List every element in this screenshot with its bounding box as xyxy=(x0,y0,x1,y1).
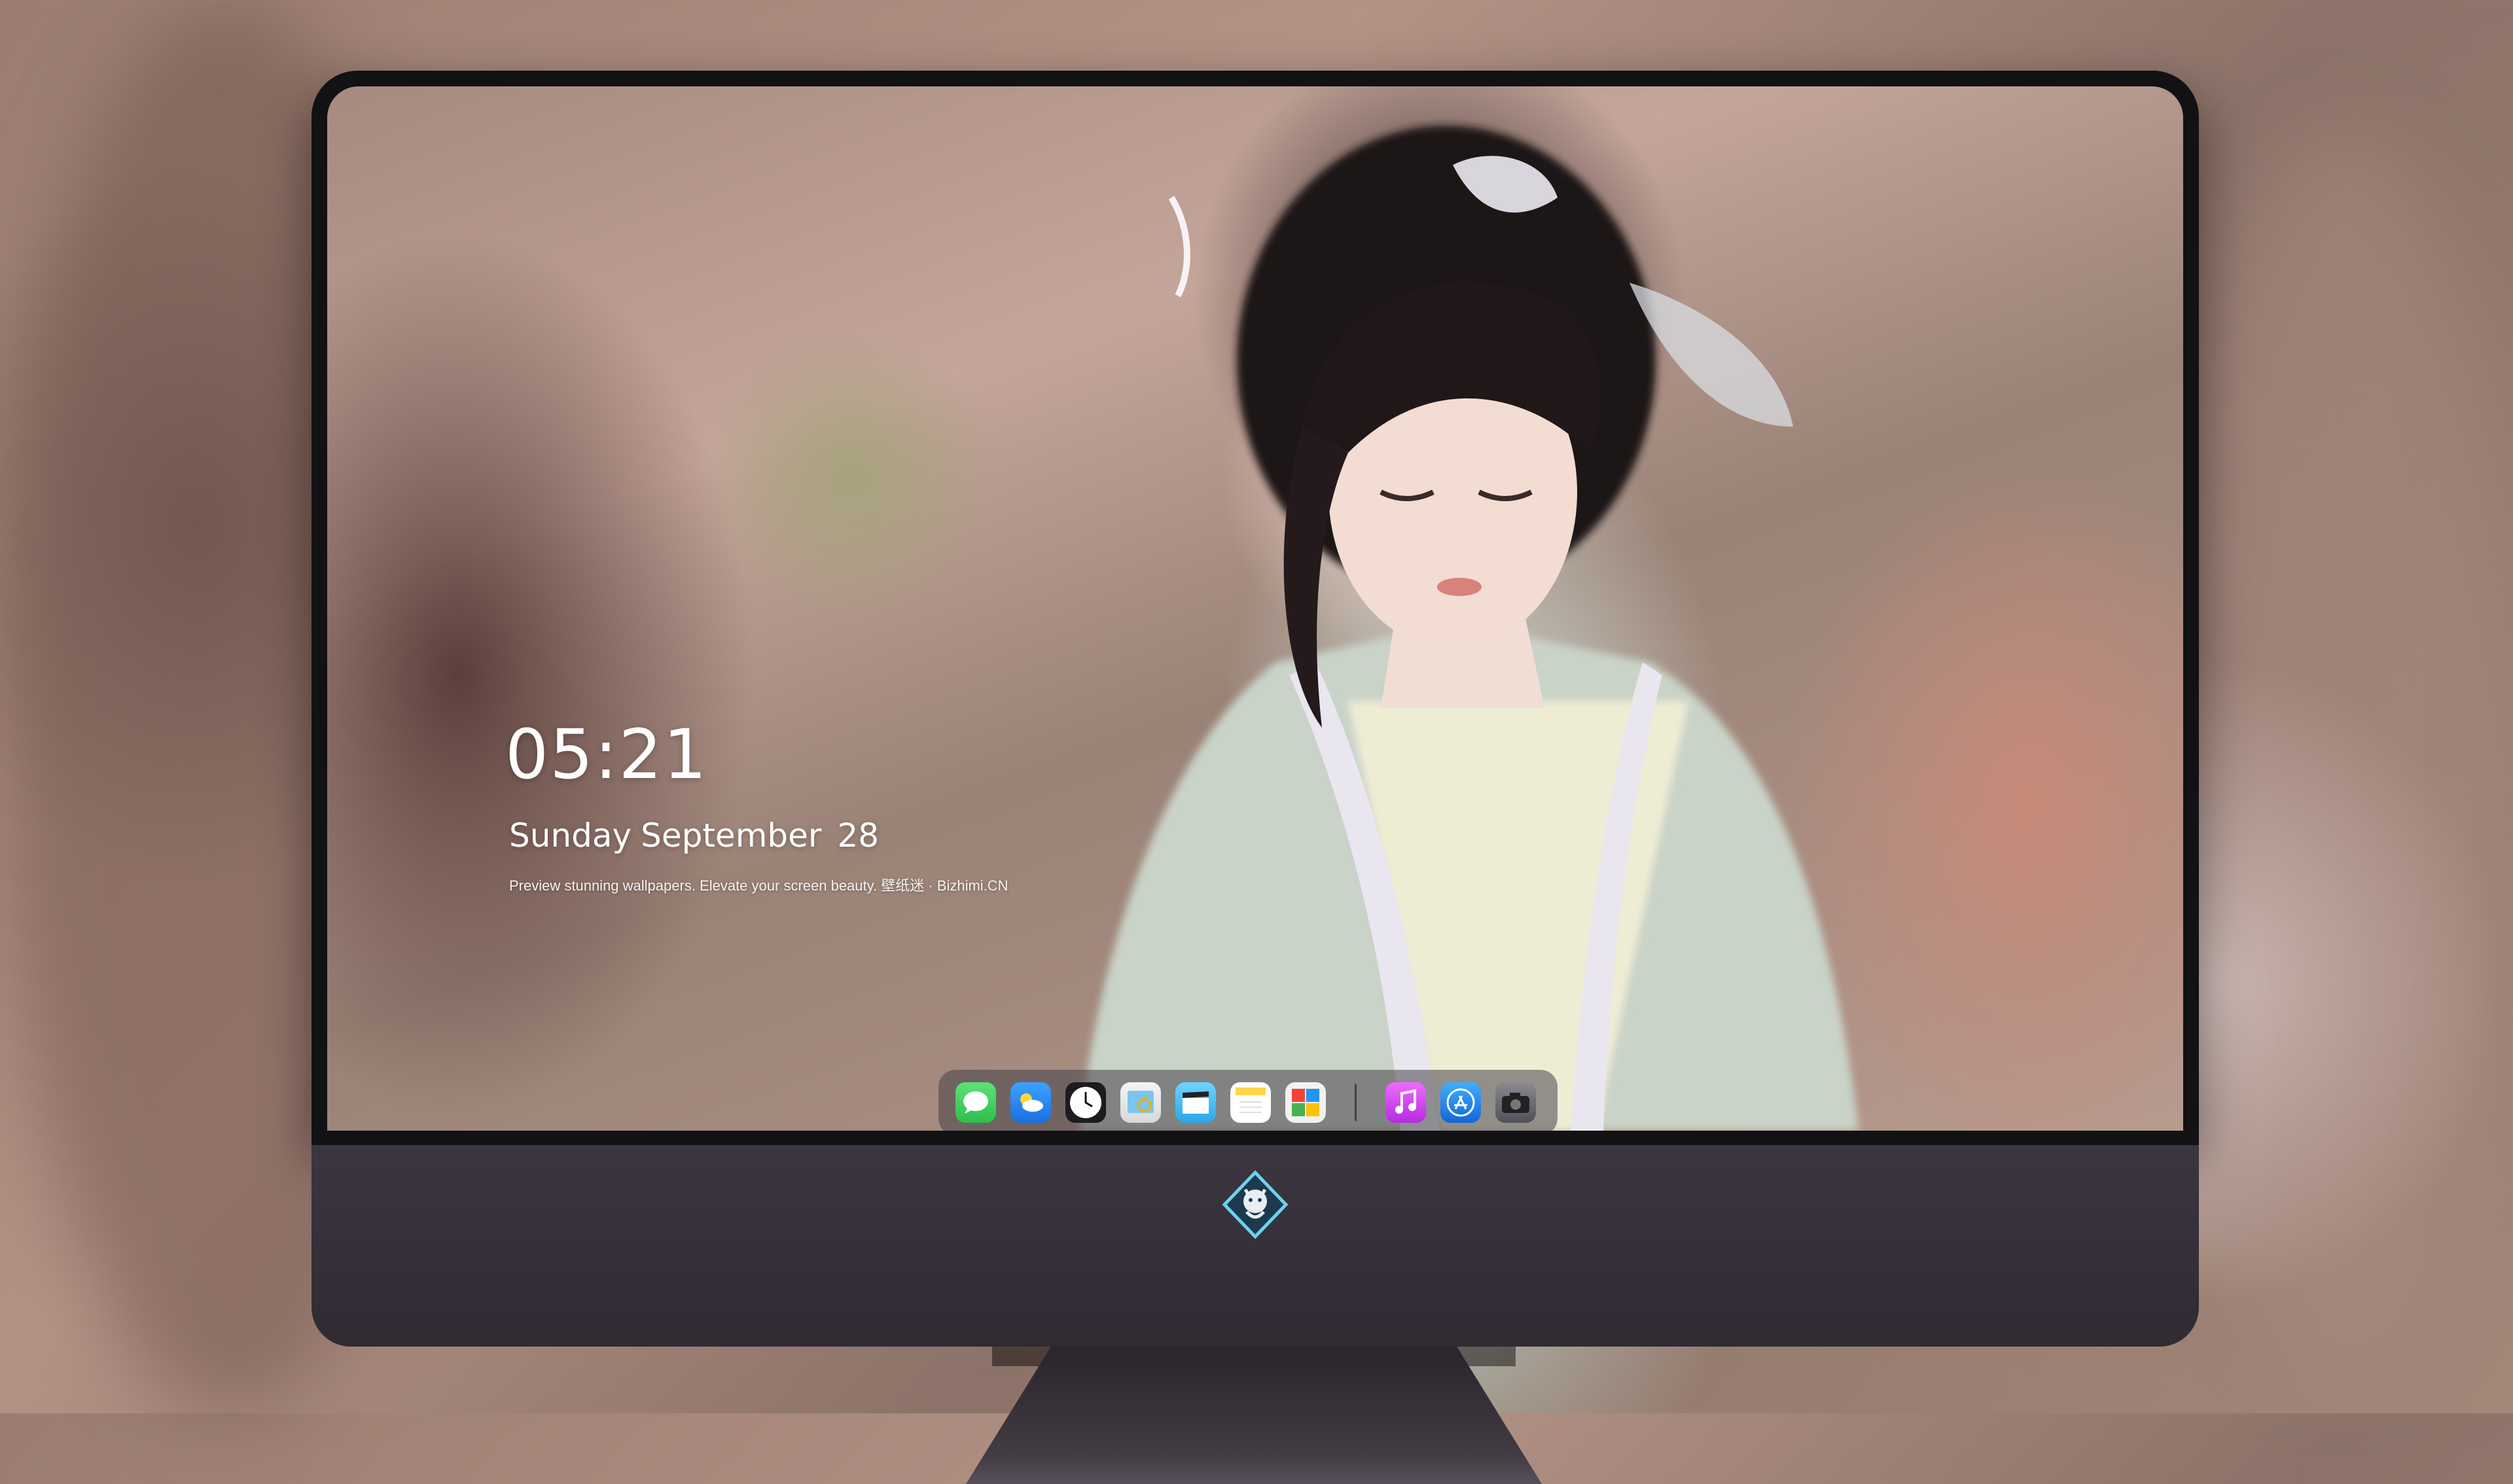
photo-booth-icon[interactable] xyxy=(1285,1082,1326,1123)
background-blur-right xyxy=(2173,131,2513,1374)
app-store-icon[interactable] xyxy=(1440,1082,1481,1123)
lock-time: 05:21 xyxy=(505,715,708,794)
wallpaper-figure xyxy=(1080,126,1859,1131)
chin-divider xyxy=(312,1141,2199,1145)
lock-screen[interactable]: 05:21 Sunday September 28 Preview stunning… xyxy=(327,86,2183,1131)
weather-icon[interactable] xyxy=(1010,1082,1051,1123)
dock xyxy=(938,1070,1558,1131)
lock-tagline: Preview stunning wallpapers. Elevate you… xyxy=(509,877,1008,894)
lock-date-month: September xyxy=(641,817,822,855)
clips-icon[interactable] xyxy=(1175,1082,1216,1123)
monitor: 05:21 Sunday September 28 Preview stunning… xyxy=(312,71,2199,1484)
preview-icon[interactable] xyxy=(1120,1082,1161,1123)
clock-icon[interactable] xyxy=(1065,1082,1106,1123)
lock-date-day: 28 xyxy=(837,817,880,855)
monitor-stand xyxy=(966,1347,1542,1484)
lock-date: Sunday September 28 xyxy=(509,817,888,855)
camera-icon[interactable] xyxy=(1495,1082,1536,1123)
lock-date-weekday: Sunday xyxy=(509,817,632,855)
dragon-badge-icon xyxy=(1221,1170,1290,1239)
notes-icon[interactable] xyxy=(1230,1082,1271,1123)
messages-icon[interactable] xyxy=(955,1082,996,1123)
dock-separator xyxy=(1355,1084,1357,1121)
music-icon[interactable] xyxy=(1385,1082,1426,1123)
